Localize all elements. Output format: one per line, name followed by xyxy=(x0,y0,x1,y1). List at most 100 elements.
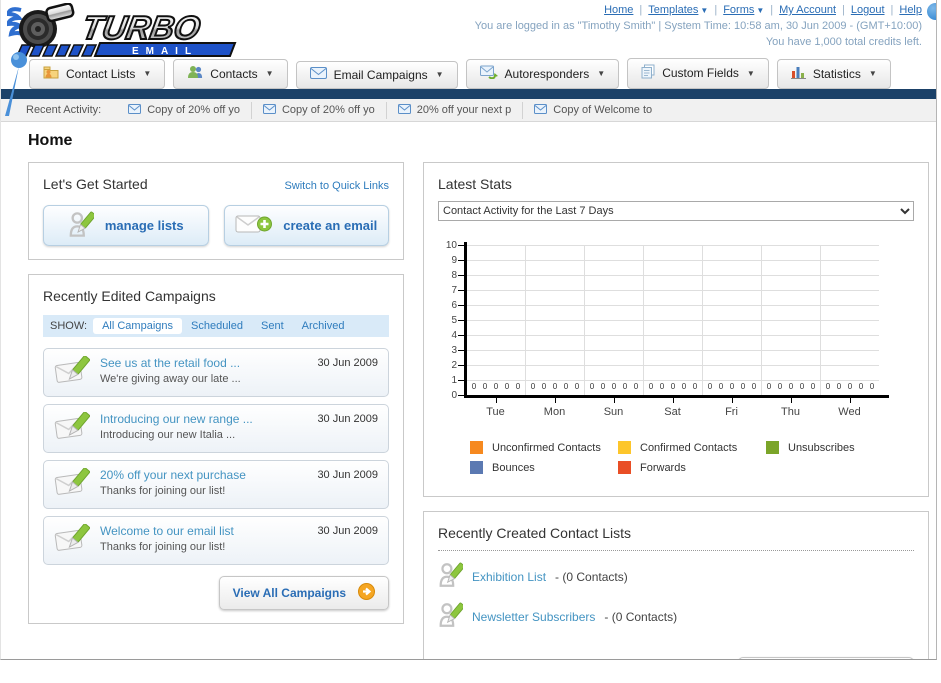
campaign-title-link[interactable]: Welcome to our email list xyxy=(100,524,307,538)
envelope-pencil-icon xyxy=(54,467,91,500)
tab-label: Custom Fields xyxy=(662,66,739,80)
y-tick-label: 0 xyxy=(451,390,457,401)
create-email-button[interactable]: create an email xyxy=(223,205,389,246)
campaign-texts: Introducing our new range ... Introducing… xyxy=(100,412,307,441)
bar-value-label: 0 xyxy=(633,382,639,391)
see-all-contact-lists-button[interactable]: See All Contact Lists xyxy=(738,657,914,659)
recent-activity-label: Recent Activity: xyxy=(26,104,102,116)
bar-value-label: 0 xyxy=(659,382,665,391)
tab-email-campaigns[interactable]: Email Campaigns ▼ xyxy=(295,61,458,89)
main-content: Home Let's Get Started Switch to Quick L… xyxy=(1,122,936,659)
envelope-pencil-icon xyxy=(54,523,91,556)
tab-label: Autoresponders xyxy=(504,66,590,81)
campaign-subtitle: Thanks for joining our list! xyxy=(100,485,226,497)
campaign-title-link[interactable]: 20% off your next purchase xyxy=(100,468,307,482)
contact-list-items: Exhibition List - (0 Contacts) Newsletter… xyxy=(438,562,914,631)
top-link-my-account[interactable]: My Account xyxy=(779,4,836,16)
top-nav: Home | Templates ▼ | Forms ▼ | My Account | Logout… xyxy=(475,4,922,16)
y-axis xyxy=(464,242,467,397)
filter-scheduled[interactable]: Scheduled xyxy=(182,318,252,334)
view-all-campaigns-button[interactable]: View All Campaigns xyxy=(218,576,389,610)
bar-value-label: 0 xyxy=(611,382,617,391)
tab-label: Email Campaigns xyxy=(333,67,428,82)
x-tick xyxy=(790,398,792,403)
activity-link[interactable]: Copy of Welcome to xyxy=(523,102,663,119)
y-tick-label: 6 xyxy=(451,300,457,311)
get-started-title: Let's Get Started xyxy=(43,176,148,192)
header: EMAIL TURBO Home | Templates ▼ | Forms ▼ | My Ac… xyxy=(1,0,936,58)
turbo-logo-graphic: EMAIL TURBO xyxy=(5,2,237,57)
campaign-title-link[interactable]: Introducing our new range ... xyxy=(100,412,307,426)
contact-list-link[interactable]: Newsletter Subscribers xyxy=(472,610,595,624)
campaign-texts: Welcome to our email list Thanks for join… xyxy=(100,524,307,553)
x-tick-label: Mon xyxy=(543,406,566,418)
manage-lists-button[interactable]: manage lists xyxy=(43,205,209,246)
activity-link[interactable]: 20% off your next p xyxy=(387,101,524,119)
activity-link[interactable]: Copy of 20% off yo xyxy=(117,101,252,119)
tab-contacts[interactable]: Contacts ▼ xyxy=(173,59,288,89)
small-envelope-icon xyxy=(397,103,411,117)
gridline-vertical xyxy=(584,245,585,395)
main-nav: Contact Lists ▼ Contacts ▼ Email Campaigns ▼ A… xyxy=(1,58,936,89)
legend-swatch xyxy=(470,461,483,474)
person-pencil-icon xyxy=(438,602,465,631)
tab-statistics[interactable]: Statistics ▼ xyxy=(776,59,891,89)
small-envelope-icon xyxy=(534,103,548,117)
chart-icon xyxy=(790,65,806,82)
filter-sent[interactable]: Sent xyxy=(252,318,293,334)
gridline-horizontal xyxy=(466,290,879,291)
legend-item-confirmed-contacts: Confirmed Contacts xyxy=(618,441,766,454)
manage-lists-label: manage lists xyxy=(104,218,184,233)
top-link-help[interactable]: Help xyxy=(899,4,922,16)
chevron-down-icon: ▼ xyxy=(143,69,152,78)
x-tick xyxy=(613,398,615,403)
filter-archived[interactable]: Archived xyxy=(293,318,354,334)
navy-divider-bar xyxy=(1,89,936,99)
campaign-texts: See us at the retail food ... We're givin… xyxy=(100,356,307,385)
bar-value-label: 0 xyxy=(670,382,676,391)
tab-custom-fields[interactable]: Custom Fields ▼ xyxy=(627,58,769,89)
page-title: Home xyxy=(28,132,73,149)
legend-label: Forwards xyxy=(640,461,686,474)
switch-quick-links-link[interactable]: Switch to Quick Links xyxy=(284,180,389,192)
bar-value-label: 0 xyxy=(777,382,783,391)
campaign-title-link[interactable]: See us at the retail food ... xyxy=(100,356,307,370)
help-bubble-icon[interactable] xyxy=(927,3,936,20)
gridline-vertical xyxy=(525,245,526,395)
bar-value-label: 0 xyxy=(799,382,805,391)
legend-swatch xyxy=(470,441,483,454)
logo-title: TURBO xyxy=(79,10,203,47)
separator: | xyxy=(639,4,643,16)
tab-label: Contact Lists xyxy=(66,66,136,81)
campaign-texts: 20% off your next purchase Thanks for joi… xyxy=(100,468,307,497)
contact-list-item: Newsletter Subscribers - (0 Contacts) xyxy=(438,602,914,631)
legend-item-unconfirmed-contacts: Unconfirmed Contacts xyxy=(470,441,618,454)
top-link-templates[interactable]: Templates xyxy=(648,4,698,16)
y-tick xyxy=(458,335,464,336)
app-window: EMAIL TURBO Home | Templates ▼ | Forms ▼ | My Ac… xyxy=(0,0,937,660)
top-link-forms[interactable]: Forms xyxy=(723,4,754,16)
tab-label: Statistics xyxy=(812,66,861,81)
campaign-date: 30 Jun 2009 xyxy=(317,525,378,537)
tab-contact-lists[interactable]: Contact Lists ▼ xyxy=(29,59,166,89)
tab-label: Contacts xyxy=(210,66,258,81)
filter-all-campaigns[interactable]: All Campaigns xyxy=(93,318,182,334)
envelope-arrow-icon xyxy=(479,65,498,82)
x-tick-label: Sat xyxy=(664,406,681,418)
activity-link-label: Copy of 20% off yo xyxy=(281,104,375,116)
legend-item-forwards: Forwards xyxy=(618,461,766,474)
bar-value-label: 0 xyxy=(740,382,746,391)
tab-autoresponders[interactable]: Autoresponders ▼ xyxy=(465,59,620,89)
stats-period-select[interactable]: Contact Activity for the Last 7 Days xyxy=(438,201,914,221)
chart-legend: Unconfirmed Contacts Confirmed Contacts Un… xyxy=(470,441,914,481)
activity-link[interactable]: Copy of 20% off yo xyxy=(252,101,387,119)
bar-value-label: 0 xyxy=(788,382,794,391)
top-link-logout[interactable]: Logout xyxy=(851,4,885,16)
recent-activity-bar: Recent Activity: Copy of 20% off yo Copy … xyxy=(1,99,936,122)
chevron-down-icon: ▼ xyxy=(265,69,274,78)
x-tick xyxy=(672,398,674,403)
x-tick xyxy=(554,398,556,403)
top-link-home[interactable]: Home xyxy=(604,4,633,16)
contact-list-link[interactable]: Exhibition List xyxy=(472,570,546,584)
bar-value-label: 0 xyxy=(622,382,628,391)
